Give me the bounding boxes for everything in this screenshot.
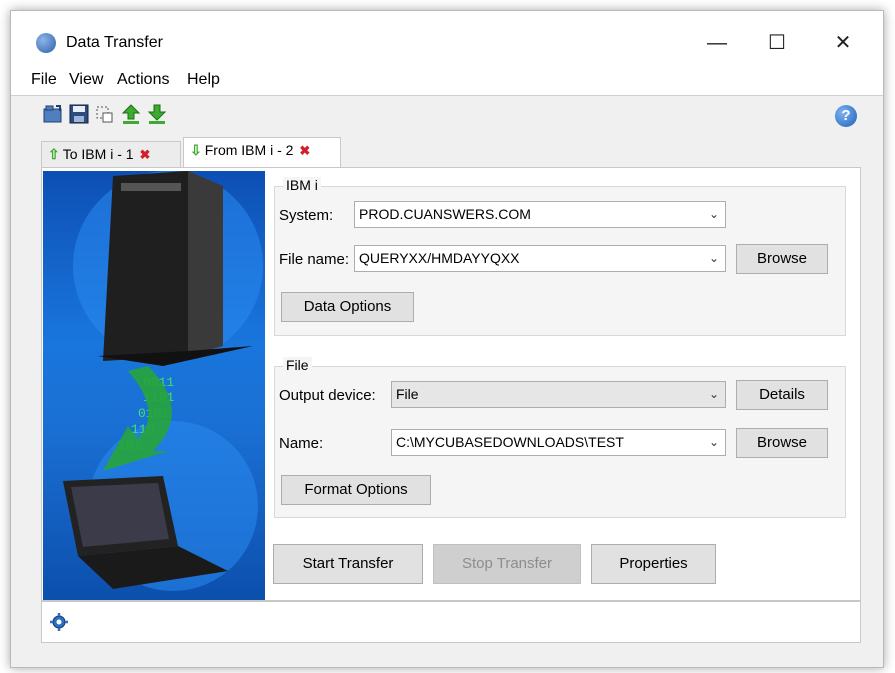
select-icon[interactable] — [95, 103, 115, 125]
close-tab-icon[interactable]: ✖ — [299, 143, 310, 158]
save-icon[interactable] — [69, 103, 89, 125]
file-name-combo[interactable]: QUERYXX/HMDAYYQXX ⌄ — [354, 245, 726, 272]
properties-button[interactable]: Properties — [591, 544, 716, 584]
tab-label: From IBM i - 2 — [204, 142, 294, 158]
system-label: System: — [279, 207, 334, 224]
menu-actions[interactable]: Actions — [117, 71, 169, 89]
chevron-down-icon: ⌄ — [708, 251, 719, 265]
data-options-button[interactable]: Data Options — [281, 292, 414, 322]
system-combo[interactable]: PROD.CUANSWERS.COM ⌄ — [354, 201, 726, 228]
minimize-button[interactable]: — — [697, 29, 737, 57]
group-title: File — [283, 357, 312, 373]
chevron-down-icon: ⌄ — [708, 435, 719, 449]
maximize-button[interactable]: ☐ — [757, 29, 797, 57]
title-bar: Data Transfer — ☐ ✕ — [11, 11, 883, 75]
file-name-value: QUERYXX/HMDAYYQXX — [359, 250, 520, 266]
chevron-down-icon: ⌄ — [708, 207, 719, 221]
upload-icon: ⇧ — [48, 146, 60, 162]
system-value: PROD.CUANSWERS.COM — [359, 206, 531, 222]
name-value: C:\MYCUBASEDOWNLOADS\TEST — [396, 434, 624, 450]
tab-from-ibm-i-2[interactable]: ⇩ From IBM i - 2 ✖ — [183, 137, 341, 167]
format-options-button[interactable]: Format Options — [281, 475, 431, 505]
chevron-down-icon: ⌄ — [708, 387, 719, 401]
name-combo[interactable]: C:\MYCUBASEDOWNLOADS\TEST ⌄ — [391, 429, 726, 456]
menu-view[interactable]: View — [69, 71, 103, 89]
toolbar: ? — [11, 97, 883, 135]
start-transfer-button[interactable]: Start Transfer — [273, 544, 423, 584]
details-button[interactable]: Details — [736, 380, 828, 410]
window-title: Data Transfer — [66, 34, 163, 51]
tab-to-ibm-i-1[interactable]: ⇧ To IBM i - 1 ✖ — [41, 141, 181, 167]
transfer-illustration: 0011 1101 0101 110 101 — [43, 171, 265, 600]
help-icon[interactable]: ? — [835, 105, 857, 127]
server-to-laptop-graphic: 0011 1101 0101 110 101 — [63, 171, 263, 591]
menu-file[interactable]: File — [31, 71, 57, 89]
output-device-label: Output device: — [279, 387, 376, 404]
close-tab-icon[interactable]: ✖ — [140, 147, 151, 162]
ibm-browse-button[interactable]: Browse — [736, 244, 828, 274]
download-icon[interactable] — [147, 103, 167, 125]
menu-bar: File View Actions Help — [11, 69, 883, 96]
status-bar — [41, 601, 861, 643]
data-transfer-window: Data Transfer — ☐ ✕ File View Actions He… — [10, 10, 884, 668]
stop-transfer-button[interactable]: Stop Transfer — [433, 544, 581, 584]
file-browse-button[interactable]: Browse — [736, 428, 828, 458]
open-folder-icon[interactable] — [43, 103, 63, 125]
name-label: Name: — [279, 435, 324, 452]
close-button[interactable]: ✕ — [823, 29, 863, 57]
tab-label: To IBM i - 1 — [62, 146, 134, 162]
group-title: IBM i — [283, 177, 321, 193]
output-device-combo[interactable]: File ⌄ — [391, 381, 726, 408]
output-device-value: File — [396, 386, 419, 402]
menu-help[interactable]: Help — [187, 71, 220, 89]
download-icon: ⇩ — [190, 142, 202, 158]
gear-icon[interactable] — [50, 613, 68, 631]
app-icon — [36, 33, 56, 53]
file-name-label: File name: — [279, 251, 350, 268]
upload-icon[interactable] — [121, 103, 141, 125]
